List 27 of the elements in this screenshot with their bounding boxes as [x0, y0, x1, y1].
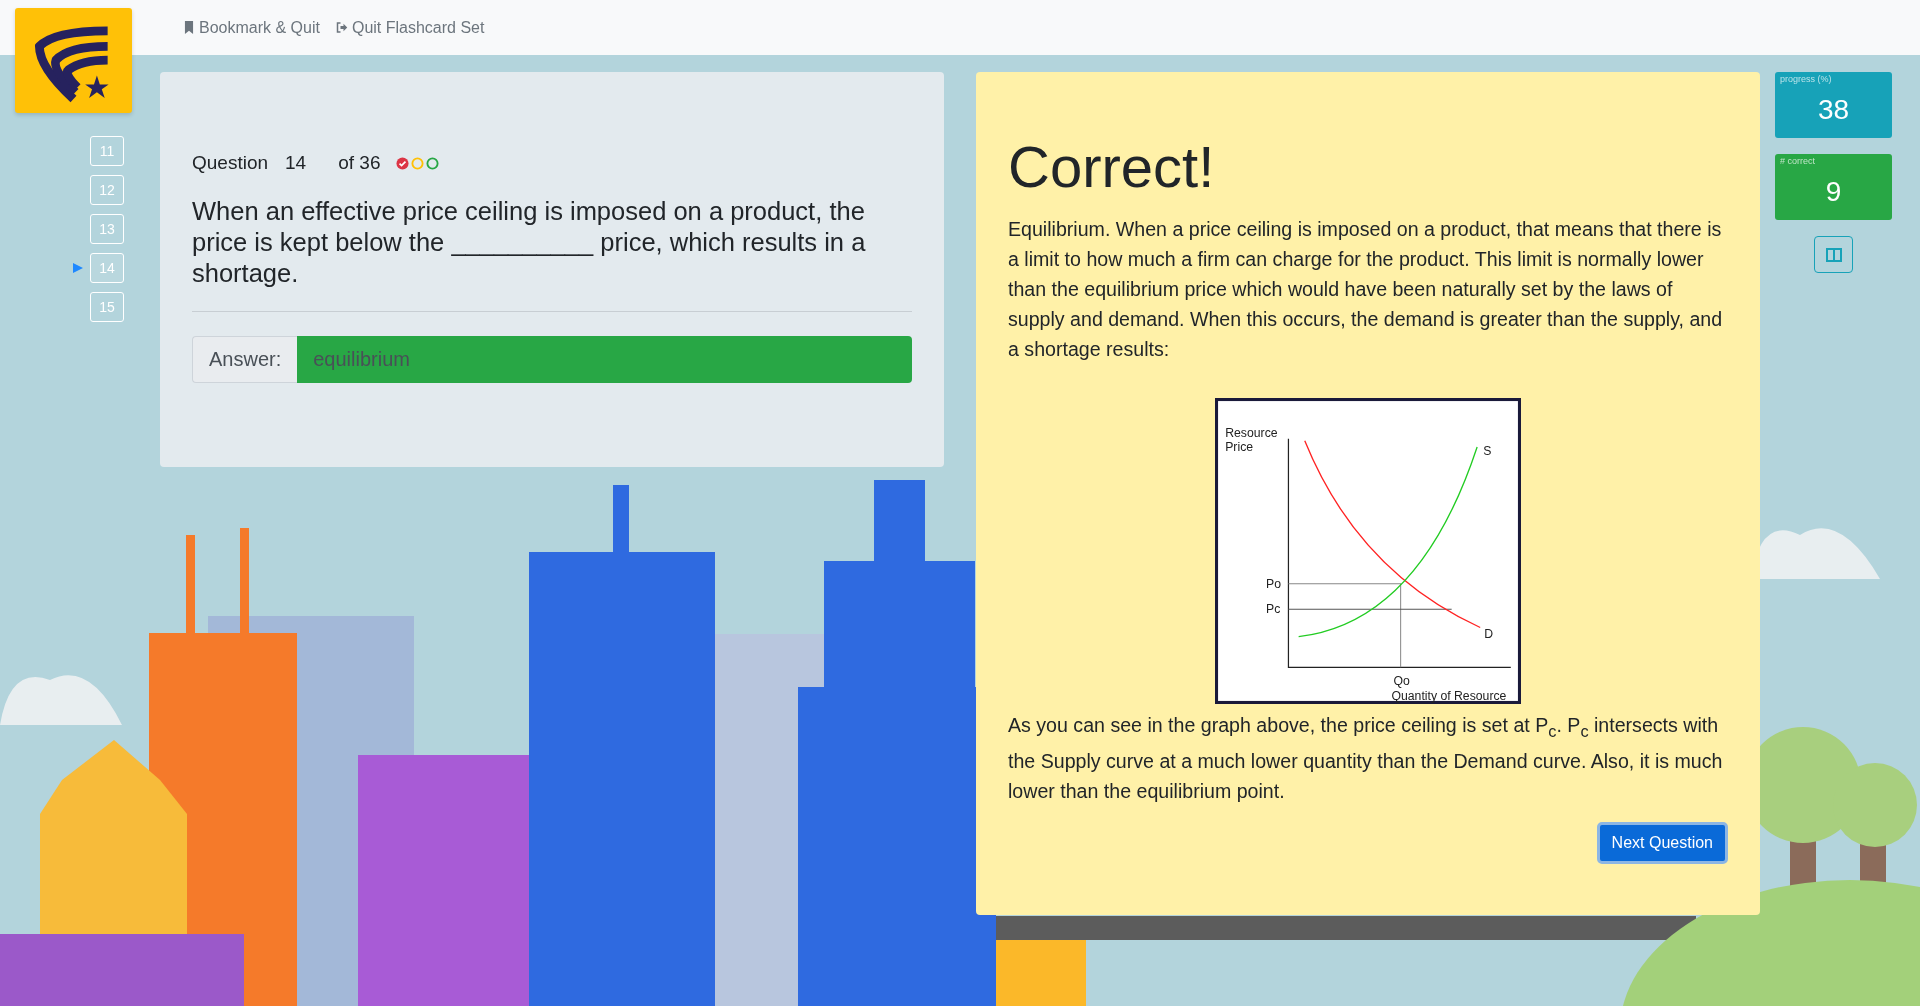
stat-value: 9 [1825, 176, 1842, 208]
question-number-button[interactable]: 15 [90, 292, 124, 322]
answer-label: Answer: [192, 336, 298, 383]
nav-link[interactable]: Bookmark & Quit [183, 18, 320, 37]
question-number-button[interactable]: 13 [90, 214, 124, 244]
stat-label: progress (%) [1780, 74, 1832, 84]
columns-icon [1825, 247, 1842, 262]
question-number-button[interactable]: 12 [90, 175, 124, 205]
stat-label: # correct [1780, 156, 1815, 166]
explanation-paragraph: As you can see in the graph above, the price ceiling is set at P$_{c}$. P$_{c}$ intersects with the Supply curve at a much lower quantity than the Demand curve. Also, it is much lower than the equilibrium point. [1008, 712, 1724, 804]
supply-demand-graph: Resource Price S D Po Pc Qo Quantity of Resource [1215, 397, 1521, 704]
bookmark-icon [183, 21, 195, 34]
nav-link[interactable]: Quit Flashcard Set [335, 18, 485, 37]
stat-value: 38 [1817, 94, 1850, 126]
explanation-paragraph: Equilibrium. When a price ceiling is imposed on a product, that means that there is a limit to how much a firm can charge for the product. This limit is normally lower than the equilibrium price which would have been naturally set by the laws of supply and demand. When this occurs, the demand is greater than the supply, and a shortage results: [1008, 216, 1724, 362]
question-label: Question [192, 152, 269, 174]
layout-toggle-button[interactable] [1814, 236, 1853, 273]
question-number: 14 [285, 152, 307, 174]
answer-field[interactable]: equilibrium [297, 336, 912, 383]
question-number-button[interactable]: 11 [90, 136, 124, 166]
question-total: of 36 [338, 152, 381, 174]
question-text: When an effective price ceiling is imposed on a product, the price is kept below the __________ price, which results in a shortage. [192, 196, 867, 289]
logo[interactable] [15, 8, 132, 113]
next-question-button[interactable]: Next Question [1596, 821, 1728, 864]
exit-icon [335, 21, 348, 34]
question-number-button[interactable]: 14 [90, 253, 124, 283]
feedback-title: Correct! [1008, 133, 1216, 201]
